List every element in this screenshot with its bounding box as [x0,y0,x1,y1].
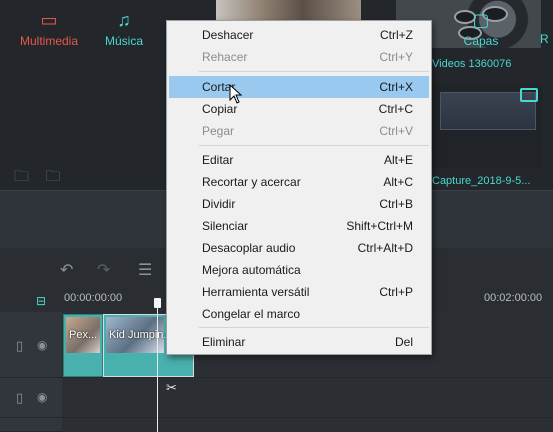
menu-item-herramienta-versatil[interactable]: Herramienta versátil Ctrl+P [169,281,429,303]
ruler-time-start: 00:00:00:00 [64,292,123,304]
menu-item-cortar[interactable]: Cortar Ctrl+X [169,76,429,98]
media-thumbnail-capture[interactable] [432,84,542,168]
media-thumbnail-label: Capture_2018-9-5... [432,175,531,187]
timeline-clip[interactable]: Pex... [63,314,103,377]
playhead-handle[interactable] [154,298,161,308]
tab-multimedia[interactable]: ▭ Multimedia [12,10,86,48]
tab-label: Capas [463,34,499,48]
menu-item-recortar[interactable]: Recortar y acercar Alt+C [169,171,429,193]
scissors-icon[interactable]: ✂ [166,380,177,396]
menu-separator [199,71,429,72]
eye-icon[interactable]: ◉ [37,390,47,404]
clip-label: Pex... [69,329,98,341]
menu-item-rehacer[interactable]: Rehacer Ctrl+Y [169,46,429,68]
tab-label: Multimedia [19,34,79,48]
overlay-track-header: ▯ ◉ [0,378,62,418]
overlay-track-icon: ▯ [16,390,24,405]
music-note-icon: ♫ [117,10,131,30]
folder-icon: ▭ [40,10,58,30]
eye-icon[interactable]: ◉ [37,338,47,352]
adjust-icon[interactable]: ☰ [138,260,152,280]
playhead[interactable] [157,298,158,432]
snap-icon[interactable]: ⊟ [36,294,46,308]
delete-folder-icon[interactable]: 🗀 [45,168,60,185]
tab-partial[interactable]: R [540,32,549,46]
tab-label: Música [104,34,143,48]
overlay-track [62,378,553,418]
layers-icon: ▢ [472,10,490,30]
clip-label: Kid Jumpin... [109,329,173,341]
menu-item-eliminar[interactable]: Eliminar Del [169,331,429,353]
menu-item-congelar-marco[interactable]: Congelar el marco [169,303,429,325]
redo-icon[interactable]: ↷ [97,260,110,280]
menu-item-desacoplar-audio[interactable]: Desacoplar audio Ctrl+Alt+D [169,237,429,259]
menu-item-silenciar[interactable]: Silenciar Shift+Ctrl+M [169,215,429,237]
media-thumbnail-label: Videos 1360076 [432,58,512,70]
audio-track-header [0,418,62,432]
tab-musica[interactable]: ♫ Música [96,10,152,48]
menu-separator [199,327,429,328]
context-menu: Deshacer Ctrl+Z Rehacer Ctrl+Y Cortar Ctrl+… [166,20,432,355]
ruler-time-end: 00:02:00:00 [484,292,543,304]
menu-item-dividir[interactable]: Dividir Ctrl+B [169,193,429,215]
menu-item-deshacer[interactable]: Deshacer Ctrl+Z [169,24,429,46]
menu-item-mejora-automatica[interactable]: Mejora automática [169,259,429,281]
media-actions: 🗀 🗀 [14,166,60,191]
menu-separator [199,145,429,146]
tab-capas[interactable]: ▢ Capas [456,10,506,48]
mouse-cursor-icon [229,84,243,104]
menu-item-copiar[interactable]: Copiar Ctrl+C [169,98,429,120]
menu-item-editar[interactable]: Editar Alt+E [169,149,429,171]
undo-icon[interactable]: ↶ [60,260,73,280]
video-track-header: ▯ ◉ [0,312,62,378]
media-thumbnail[interactable] [216,0,361,22]
menu-item-pegar[interactable]: Pegar Ctrl+V [169,120,429,142]
new-folder-icon[interactable]: 🗀 [14,168,29,185]
video-track-icon: ▯ [16,338,24,353]
video-camera-icon [520,88,538,102]
